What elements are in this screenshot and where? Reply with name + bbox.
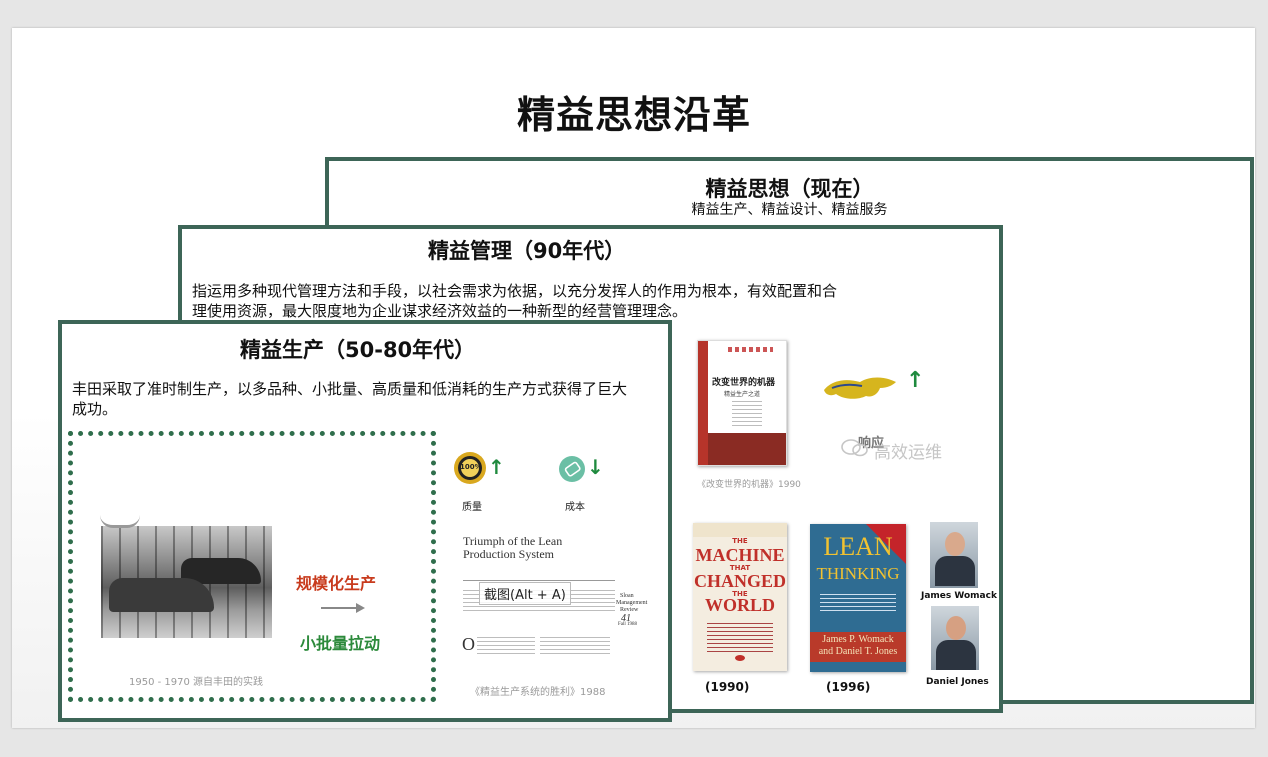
article-body-col2 bbox=[540, 637, 610, 657]
lean-book-year: (1996) bbox=[826, 680, 871, 694]
book-1990-caption: 《改变世界的机器》1990 bbox=[697, 480, 801, 490]
article-issue-date: Fall 1988 bbox=[618, 622, 638, 627]
cost-arrow-down-icon: ↓ bbox=[587, 455, 604, 479]
panel-90s-title: 精益管理（90年代） bbox=[428, 239, 626, 263]
photo-daniel-jones bbox=[931, 606, 979, 670]
book-cover-machine-en: THE MACHINE THAT CHANGED THE WORLD bbox=[693, 523, 787, 671]
article-caption: 《精益生产系统的胜利》1988 bbox=[470, 687, 606, 698]
mass-production-label: 规模化生产 bbox=[296, 574, 377, 593]
quality-label: 质量 bbox=[462, 502, 482, 513]
article-title-2: Production System bbox=[463, 547, 555, 561]
person-daniel-jones: Daniel Jones bbox=[926, 677, 989, 687]
page-title: 精益思想沿革 bbox=[516, 93, 751, 137]
cost-tag-icon bbox=[559, 456, 585, 482]
jaguar-icon bbox=[824, 377, 896, 399]
book-cover-lean-thinking: LEAN THINKING James P. Womack and Daniel… bbox=[810, 524, 906, 672]
panel-now-subtitle: 精益生产、精益设计、精益服务 bbox=[691, 202, 888, 218]
panel-90s-description-1: 指运用多种现代管理方法和手段，以社会需求为依据，以充分发挥人的作用为根本，有效配… bbox=[192, 282, 838, 300]
article-title-1: Triumph of the Lean bbox=[463, 534, 563, 548]
article-issue-1: Sloan bbox=[620, 593, 634, 599]
article-dropcap: O bbox=[462, 634, 475, 654]
panel-50s-title: 精益生产（50-80年代） bbox=[240, 338, 476, 362]
panel-90s-description-2: 理使用资源，最大限度地为企业谋求经济效益的一种新型的经营管理理念。 bbox=[192, 302, 688, 320]
transition-arrow bbox=[321, 607, 359, 609]
cost-label: 成本 bbox=[565, 502, 585, 513]
factory-photo bbox=[101, 526, 272, 638]
book-cn-title: 改变世界的机器 bbox=[712, 378, 776, 388]
article-issue-2: Management bbox=[616, 600, 648, 606]
article-body-col1 bbox=[477, 637, 535, 657]
small-batch-pull-label: 小批量拉动 bbox=[300, 634, 381, 653]
panel-50s-description-2: 成功。 bbox=[72, 400, 118, 418]
toyota-practice-caption: 1950 - 1970 源自丰田的实践 bbox=[129, 677, 264, 688]
panel-50s-description-1: 丰田采取了准时制生产，以多品种、小批量、高质量和低消耗的生产方式获得了巨大 bbox=[72, 380, 628, 398]
machine-book-year: (1990) bbox=[705, 680, 750, 694]
photo-james-womack bbox=[930, 522, 978, 588]
arrow-right-icon bbox=[356, 603, 365, 613]
book-cover-machine-cn: 改变世界的机器 精益生产之道 bbox=[697, 340, 787, 466]
watermark: 高效运维 bbox=[874, 443, 942, 463]
wechat-icon bbox=[841, 439, 868, 457]
screenshot-tooltip: 截图(Alt + A) bbox=[479, 582, 571, 605]
article-rule bbox=[463, 580, 615, 581]
person-james-womack: James Womack bbox=[921, 591, 997, 601]
arrow-up-icon: ↑ bbox=[906, 368, 925, 393]
book-cn-subtitle: 精益生产之道 bbox=[724, 391, 761, 398]
quality-arrow-up-icon: ↑ bbox=[488, 455, 505, 479]
quality-badge-text: 100% bbox=[460, 463, 482, 471]
